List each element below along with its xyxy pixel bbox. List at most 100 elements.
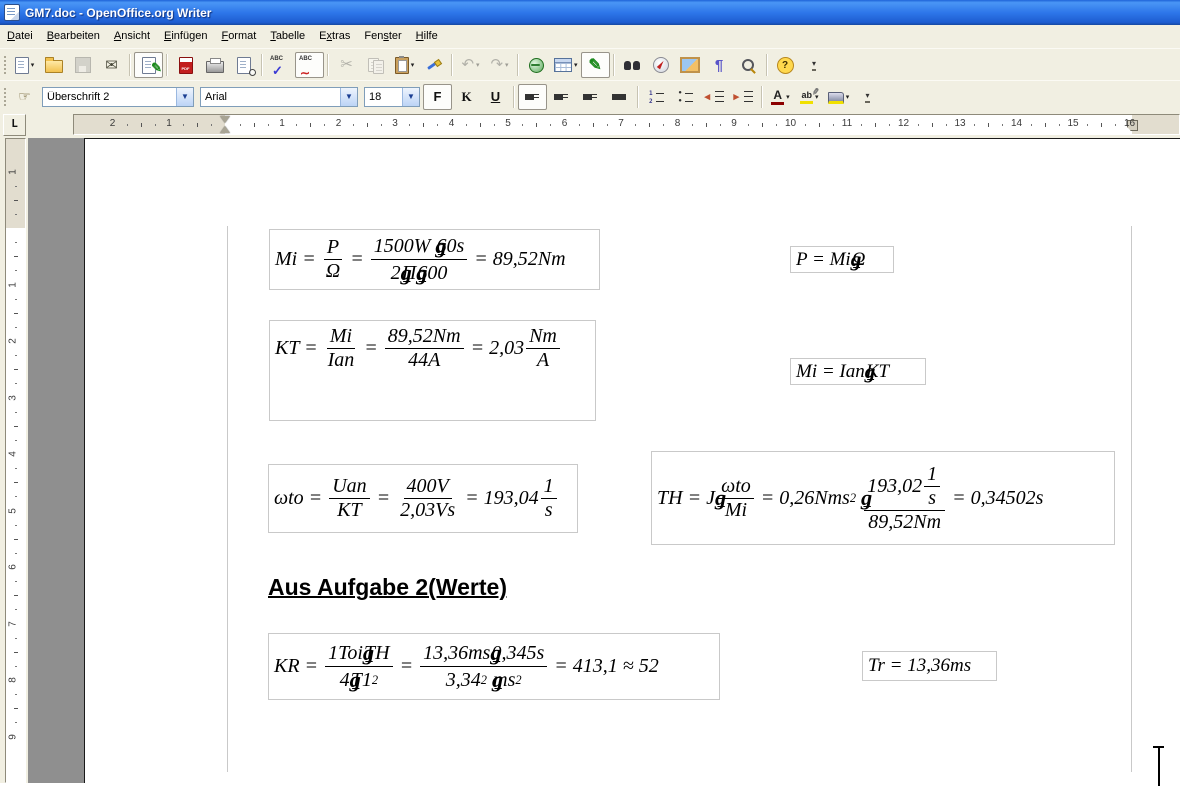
text-boundary-left bbox=[227, 226, 228, 772]
text-boundary-right bbox=[1131, 226, 1132, 772]
zoom-icon[interactable] bbox=[734, 52, 763, 78]
format-paintbrush-icon[interactable] bbox=[419, 52, 448, 78]
chevron-down-icon[interactable]: ▼ bbox=[402, 88, 419, 106]
menu-einfgen[interactable]: Einfügen bbox=[157, 27, 214, 45]
toolbar-grip[interactable] bbox=[2, 54, 7, 76]
menu-ansicht[interactable]: Ansicht bbox=[107, 27, 157, 45]
ruler-row: L 2112345678910111213141516 bbox=[0, 111, 1180, 138]
print-icon[interactable] bbox=[200, 52, 229, 78]
toolbar-separator bbox=[761, 86, 763, 108]
menu-fenster[interactable]: Fenster bbox=[357, 27, 408, 45]
toolbar-separator bbox=[766, 54, 768, 76]
font-name-combobox[interactable]: Arial ▼ bbox=[200, 87, 358, 107]
toolbar-overflow-icon[interactable]: ▾ bbox=[853, 84, 882, 110]
chevron-down-icon[interactable]: ▾ bbox=[846, 93, 850, 101]
indent-marker[interactable] bbox=[220, 116, 231, 133]
menu-bar: DateiBearbeitenAnsichtEinfügenFormatTabe… bbox=[0, 25, 1180, 48]
new-document-icon[interactable]: ▾ bbox=[10, 52, 39, 78]
decrease-indent-icon[interactable]: ◂ bbox=[700, 84, 729, 110]
formula-object-mi[interactable]: Mi = PΩ = 1500W ǥ60s2ǥΠǥ600 = 89,52Nm bbox=[269, 229, 600, 290]
bullet-list-icon[interactable] bbox=[671, 84, 700, 110]
chevron-down-icon[interactable]: ▾ bbox=[411, 61, 415, 69]
cut-icon: ✂ bbox=[332, 52, 361, 78]
formula-object-wto[interactable]: ωto = UanKT = 400V2,03Vs = 193,041s bbox=[268, 464, 578, 533]
toolbar-separator bbox=[129, 54, 131, 76]
align-left-icon[interactable] bbox=[518, 84, 547, 110]
styles-window-icon[interactable]: ☞ bbox=[10, 84, 39, 110]
toolbar-separator bbox=[637, 86, 639, 108]
paragraph-style-combobox[interactable]: Überschrift 2▼ bbox=[42, 87, 194, 107]
open-icon[interactable] bbox=[39, 52, 68, 78]
chevron-down-icon[interactable]: ▼ bbox=[340, 88, 357, 106]
chevron-down-icon[interactable]: ▾ bbox=[786, 93, 790, 101]
standard-toolbar: ▾✉✎ABC✓ABC∼✂▾↶▾↷▾▾✎¶?▾ bbox=[0, 48, 1180, 81]
page-preview-icon[interactable] bbox=[229, 52, 258, 78]
toolbar-separator bbox=[327, 54, 329, 76]
align-right-icon[interactable] bbox=[576, 84, 605, 110]
menu-datei[interactable]: Datei bbox=[0, 27, 40, 45]
help-icon[interactable]: ? bbox=[771, 52, 800, 78]
font-name-combobox-value: Arial bbox=[201, 91, 227, 103]
window-title: GM7.doc - OpenOffice.org Writer bbox=[25, 6, 211, 20]
autospellcheck-icon[interactable]: ABC∼ bbox=[295, 52, 324, 78]
menu-format[interactable]: Format bbox=[214, 27, 263, 45]
chevron-down-icon[interactable]: ▾ bbox=[476, 61, 480, 69]
title-bar[interactable]: GM7.doc - OpenOffice.org Writer bbox=[0, 0, 1180, 25]
font-color-icon[interactable]: A▾ bbox=[766, 84, 795, 110]
paste-icon[interactable]: ▾ bbox=[390, 52, 419, 78]
font-size-combobox-value: 18 bbox=[365, 91, 381, 103]
toolbar-separator bbox=[261, 54, 263, 76]
menu-tabelle[interactable]: Tabelle bbox=[263, 27, 312, 45]
formula-object-kr[interactable]: KR = 1ToiǥTH4ǥT12 = 13,36msǥ0,345s3,342 … bbox=[268, 633, 720, 700]
menu-extras[interactable]: Extras bbox=[312, 27, 357, 45]
chevron-down-icon[interactable]: ▾ bbox=[574, 61, 578, 69]
draw-functions-icon[interactable]: ✎ bbox=[581, 52, 610, 78]
justify-icon[interactable] bbox=[605, 84, 634, 110]
writer-app-icon bbox=[4, 4, 20, 21]
chevron-down-icon[interactable]: ▼ bbox=[176, 88, 193, 106]
font-size-combobox[interactable]: 18 ▼ bbox=[364, 87, 420, 107]
send-email-icon[interactable]: ✉ bbox=[97, 52, 126, 78]
text-cursor-pointer bbox=[1152, 746, 1165, 786]
tab-type-selector-button[interactable]: L bbox=[3, 114, 26, 136]
document-heading[interactable]: Aus Aufgabe 2(Werte) bbox=[268, 574, 507, 601]
highlighting-icon[interactable]: ab▾ bbox=[795, 84, 824, 110]
chevron-down-icon[interactable]: ▾ bbox=[505, 61, 509, 69]
formula-object-mi2[interactable]: Mi = IanǥKT bbox=[790, 358, 926, 385]
nonprinting-characters-icon[interactable]: ¶ bbox=[705, 52, 734, 78]
save-icon bbox=[68, 52, 97, 78]
toolbar-separator bbox=[451, 54, 453, 76]
hyperlink-icon[interactable] bbox=[522, 52, 551, 78]
formula-object-kt[interactable]: KT = MiIan = 89,52Nm44A = 2,03NmA bbox=[269, 320, 596, 421]
gallery-icon[interactable] bbox=[676, 52, 705, 78]
align-center-icon[interactable] bbox=[547, 84, 576, 110]
formula-object-p[interactable]: P = MiǥΩ bbox=[790, 246, 894, 273]
undo-icon: ↶▾ bbox=[456, 52, 485, 78]
spellcheck-icon[interactable]: ABC✓ bbox=[266, 52, 295, 78]
formula-object-th[interactable]: TH = JǥωtoMi = 0,26Nms2 ǥ193,021s89,52Nm… bbox=[651, 451, 1115, 545]
toolbar-grip[interactable] bbox=[2, 86, 7, 108]
menu-hilfe[interactable]: Hilfe bbox=[409, 27, 445, 45]
toolbar-separator bbox=[166, 54, 168, 76]
background-color-icon[interactable]: ▾ bbox=[824, 84, 853, 110]
toolbar-separator bbox=[513, 86, 515, 108]
menu-bearbeiten[interactable]: Bearbeiten bbox=[40, 27, 107, 45]
toolbar-overflow-icon[interactable]: ▾ bbox=[800, 52, 829, 78]
toolbar-separator bbox=[613, 54, 615, 76]
export-pdf-icon[interactable] bbox=[171, 52, 200, 78]
find-replace-icon[interactable] bbox=[618, 52, 647, 78]
formula-object-tr[interactable]: Tr = 13,36ms bbox=[862, 651, 997, 681]
italic-icon[interactable]: K bbox=[452, 84, 481, 110]
chevron-down-icon[interactable]: ▾ bbox=[31, 61, 35, 69]
horizontal-ruler[interactable]: 2112345678910111213141516 bbox=[73, 114, 1180, 135]
toolbar-separator bbox=[517, 54, 519, 76]
bold-icon[interactable]: F bbox=[423, 84, 452, 110]
edit-file-icon[interactable]: ✎ bbox=[134, 52, 163, 78]
redo-icon: ↷▾ bbox=[485, 52, 514, 78]
underline-icon[interactable]: U bbox=[481, 84, 510, 110]
vertical-ruler[interactable]: 1123456789 bbox=[5, 138, 26, 783]
numbered-list-icon[interactable] bbox=[642, 84, 671, 110]
increase-indent-icon[interactable]: ▸ bbox=[729, 84, 758, 110]
table-icon[interactable]: ▾ bbox=[551, 52, 581, 78]
navigator-icon[interactable] bbox=[647, 52, 676, 78]
